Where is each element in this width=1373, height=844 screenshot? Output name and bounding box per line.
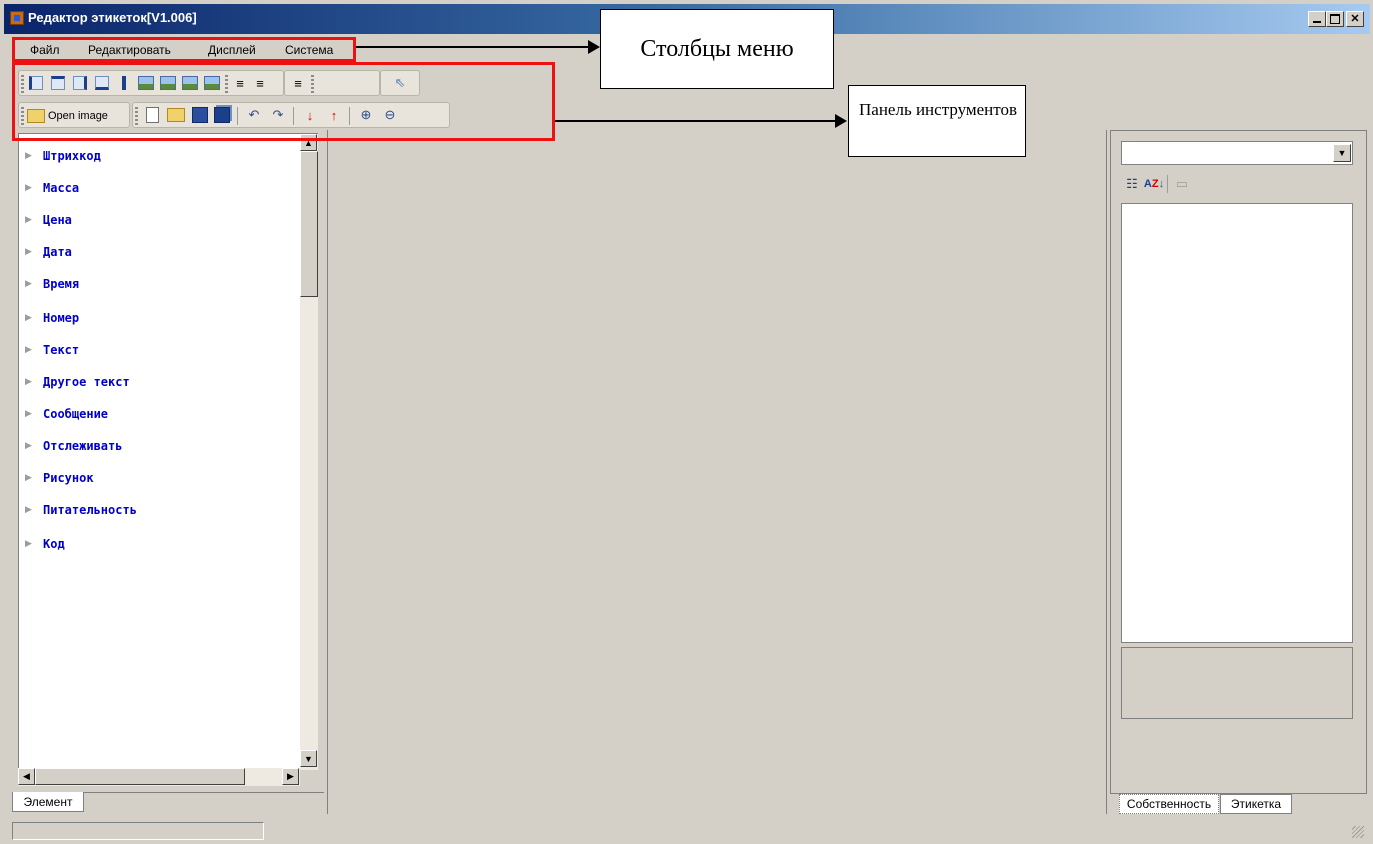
expand-arrow-icon[interactable]: ▶ — [25, 539, 43, 549]
expand-arrow-icon[interactable]: ▶ — [25, 473, 43, 483]
menu-highlight-box — [12, 37, 356, 62]
arrow-right-icon — [835, 114, 847, 128]
tab-property[interactable]: Собственность — [1119, 794, 1219, 814]
close-icon: ✕ — [1350, 12, 1360, 25]
tree-item[interactable]: ▶ Цена — [25, 210, 72, 230]
arrow-right-icon — [588, 40, 600, 54]
menu-callout: Столбцы меню — [600, 9, 834, 89]
tree-item-label: Другое текст — [43, 375, 130, 389]
tree-item[interactable]: ▶ Номер — [25, 308, 79, 328]
tree-item-label: Дата — [43, 245, 72, 259]
menu-arrow-line — [356, 46, 588, 48]
tree-item[interactable]: ▶ Сообщение — [25, 404, 108, 424]
expand-arrow-icon[interactable]: ▶ — [25, 151, 43, 161]
toolbar-arrow-line — [555, 120, 835, 122]
property-description — [1121, 647, 1353, 719]
expand-arrow-icon[interactable]: ▶ — [25, 183, 43, 193]
tree-item-label: Питательность — [43, 503, 137, 517]
tree-item[interactable]: ▶ Время — [25, 274, 79, 294]
property-grid[interactable] — [1121, 203, 1353, 643]
element-tree: ▶ Штрихкод ▶ Масса ▶ Цена ▶ Дата ▶ Время ▶ Ном… — [18, 133, 318, 769]
tree-item-label: Отслеживать — [43, 439, 123, 453]
tab-element[interactable]: Элемент — [12, 792, 84, 812]
tree-item[interactable]: ▶ Масса — [25, 178, 79, 198]
tree-item[interactable]: ▶ Текст — [25, 340, 79, 360]
expand-arrow-icon[interactable]: ▶ — [25, 247, 43, 257]
resize-grip-icon[interactable] — [1352, 826, 1364, 838]
chevron-down-icon[interactable]: ▼ — [1333, 144, 1351, 162]
status-bar — [4, 818, 1370, 844]
minimize-icon — [1313, 21, 1321, 23]
tree-item[interactable]: ▶ Дата — [25, 242, 72, 262]
tree-item[interactable]: ▶ Другое текст — [25, 372, 130, 392]
tree-item-label: Штрихкод — [43, 149, 101, 163]
expand-arrow-icon[interactable]: ▶ — [25, 505, 43, 515]
scroll-right-button[interactable]: ▶ — [282, 768, 299, 785]
scroll-thumb[interactable] — [300, 151, 318, 297]
close-button[interactable]: ✕ — [1346, 11, 1364, 27]
tree-item-label: Цена — [43, 213, 72, 227]
expand-arrow-icon[interactable]: ▶ — [25, 279, 43, 289]
tree-item[interactable]: ▶ Штрихкод — [25, 146, 101, 166]
alphabetical-sort-icon[interactable]: A Z ↓ — [1144, 175, 1164, 193]
expand-arrow-icon[interactable]: ▶ — [25, 441, 43, 451]
maximize-button[interactable] — [1326, 11, 1344, 27]
tree-item[interactable]: ▶ Отслеживать — [25, 436, 122, 456]
tree-item-label: Код — [43, 537, 65, 551]
expand-arrow-icon[interactable]: ▶ — [25, 313, 43, 323]
expand-arrow-icon[interactable]: ▶ — [25, 345, 43, 355]
object-selector-dropdown[interactable]: ▼ — [1121, 141, 1353, 165]
expand-arrow-icon[interactable]: ▶ — [25, 215, 43, 225]
tree-item-label: Рисунок — [43, 471, 94, 485]
tree-item[interactable]: ▶ Питательность — [25, 500, 137, 520]
tree-item-label: Текст — [43, 343, 80, 357]
toolbar-callout: Панель инструментов — [848, 85, 1026, 157]
tree-item-label: Масса — [43, 181, 80, 195]
scroll-thumb[interactable] — [35, 768, 245, 785]
expand-arrow-icon[interactable]: ▶ — [25, 409, 43, 419]
horizontal-scrollbar[interactable]: ◀ ▶ — [18, 768, 300, 786]
vertical-scrollbar[interactable]: ▲ ▼ — [300, 134, 318, 770]
tree-item-label: Сообщение — [43, 407, 109, 421]
toolbar-highlight-box — [12, 62, 555, 141]
tab-label[interactable]: Этикетка — [1220, 794, 1292, 814]
status-panel — [12, 822, 264, 840]
tree-item[interactable]: ▶ Рисунок — [25, 468, 94, 488]
tab-strip-line — [84, 792, 324, 793]
toolbar-separator — [1167, 175, 1168, 193]
categorized-view-icon[interactable]: ☷ — [1123, 175, 1141, 193]
minimize-button[interactable] — [1308, 11, 1326, 27]
expand-arrow-icon[interactable]: ▶ — [25, 377, 43, 387]
property-panel: ▼ ☷ A Z ↓ ▭ — [1110, 130, 1367, 794]
tree-item-label: Номер — [43, 311, 80, 325]
tree-item[interactable]: ▶ Код — [25, 534, 65, 554]
tree-item-label: Время — [43, 277, 80, 291]
label-canvas[interactable] — [327, 130, 1107, 814]
maximize-icon — [1330, 14, 1340, 24]
scroll-down-button[interactable]: ▼ — [300, 750, 317, 767]
app-icon — [10, 11, 24, 25]
window-title: Редактор этикеток[V1.006] — [28, 10, 197, 25]
scroll-left-button[interactable]: ◀ — [18, 768, 35, 785]
property-pages-icon[interactable]: ▭ — [1173, 175, 1191, 193]
